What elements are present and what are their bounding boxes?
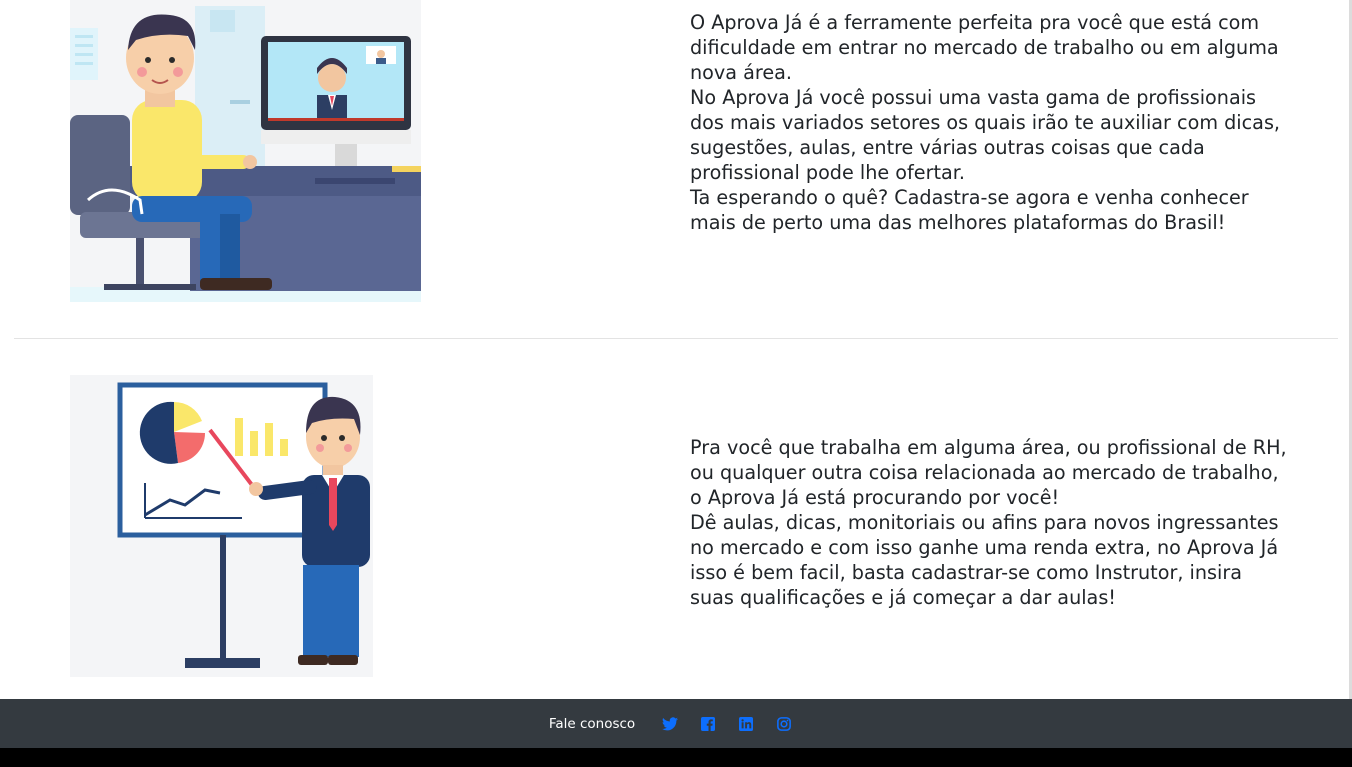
intro-paragraph: O Aprova Já é a ferramente perfeita pra … (690, 11, 1279, 84)
section-divider (14, 338, 1338, 339)
intro-text-block: O Aprova Já é a ferramente perfeita pra … (690, 10, 1290, 235)
instructor-paragraph: Dê aulas, dicas, monitoriais ou afins pa… (690, 511, 1279, 609)
bottom-bar (0, 748, 1352, 767)
facebook-icon[interactable] (699, 715, 717, 733)
man-at-desk-illustration (70, 0, 421, 302)
instagram-icon[interactable] (775, 715, 793, 733)
contact-label: Fale conosco (548, 715, 636, 732)
intro-paragraph: Ta esperando o quê? Cadastra-se agora e … (690, 186, 1249, 234)
instructor-text-block: Pra você que trabalha em alguma área, ou… (690, 435, 1290, 610)
footer: Fale conosco (0, 699, 1352, 748)
presenter-illustration (70, 375, 373, 677)
linkedin-icon[interactable] (737, 715, 755, 733)
intro-paragraph: No Aprova Já você possui uma vasta gama … (690, 86, 1281, 184)
main-content: O Aprova Já é a ferramente perfeita pra … (0, 0, 1352, 699)
instructor-paragraph: Pra você que trabalha em alguma área, ou… (690, 436, 1287, 509)
twitter-icon[interactable] (661, 715, 679, 733)
